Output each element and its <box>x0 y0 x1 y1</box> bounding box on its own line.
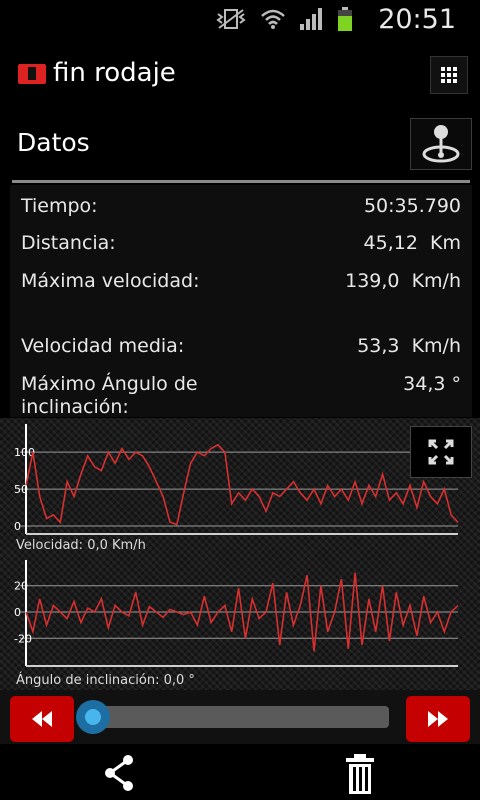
fast-forward-button[interactable] <box>406 696 470 742</box>
fullscreen-button[interactable] <box>410 426 472 478</box>
status-icons <box>216 7 352 31</box>
stat-value: 34,3 ° <box>403 373 461 395</box>
signal-icon <box>300 8 322 30</box>
stat-label: Tiempo: <box>21 195 98 217</box>
progress-thumb[interactable] <box>76 700 111 734</box>
status-bar: 20:51 <box>0 0 480 38</box>
stat-value: 45,12 Km <box>363 232 461 254</box>
lean-readout: Ángulo de inclinación: 0,0 ° <box>16 673 195 688</box>
stats-list[interactable]: Tiempo: 50:35.790 Distancia: 45,12 Km Má… <box>10 185 472 417</box>
progress-track[interactable] <box>84 706 389 728</box>
trash-icon <box>346 754 374 794</box>
share-icon <box>105 755 133 791</box>
rewind-icon <box>32 711 52 727</box>
battery-icon <box>338 7 352 31</box>
stat-value: 139,0 Km/h <box>345 270 461 292</box>
app-title: fin rodaje <box>53 58 176 88</box>
stat-label: Velocidad media: <box>21 335 185 357</box>
map-pin-icon <box>422 125 460 163</box>
rewind-button[interactable] <box>10 696 74 742</box>
stat-label: Distancia: <box>21 232 116 254</box>
speed-readout: Velocidad: 0,0 Km/h <box>16 538 146 553</box>
y-tick-label: 0 <box>14 606 21 619</box>
wifi-icon <box>261 9 285 29</box>
bottom-bar <box>0 744 480 800</box>
share-button[interactable] <box>95 750 145 796</box>
fast-forward-icon <box>428 711 448 727</box>
stat-value: 53,3 Km/h <box>357 335 461 357</box>
speed-chart[interactable]: 100500 <box>0 418 480 536</box>
stat-label: Máxima velocidad: <box>21 270 200 292</box>
lean-angle-chart[interactable]: 200-20 <box>0 556 480 670</box>
expand-icon <box>428 439 454 465</box>
action-bar: fin rodaje <box>0 38 480 110</box>
delete-button[interactable] <box>335 750 385 796</box>
grid-icon <box>441 67 457 83</box>
series-line <box>25 443 459 526</box>
panel-divider <box>12 180 470 183</box>
app-logo-icon <box>18 64 46 84</box>
map-button[interactable] <box>410 118 472 170</box>
y-tick-label: -20 <box>14 632 32 645</box>
status-clock: 20:51 <box>378 4 456 35</box>
stat-value: 50:35.790 <box>363 195 461 217</box>
panel-title: Datos <box>17 128 90 157</box>
vibrate-icon <box>216 9 246 29</box>
y-tick-label: 0 <box>14 520 21 533</box>
stat-label: Máximo Ángulo de inclinación: <box>21 373 198 417</box>
menu-grid-button[interactable] <box>430 56 468 94</box>
